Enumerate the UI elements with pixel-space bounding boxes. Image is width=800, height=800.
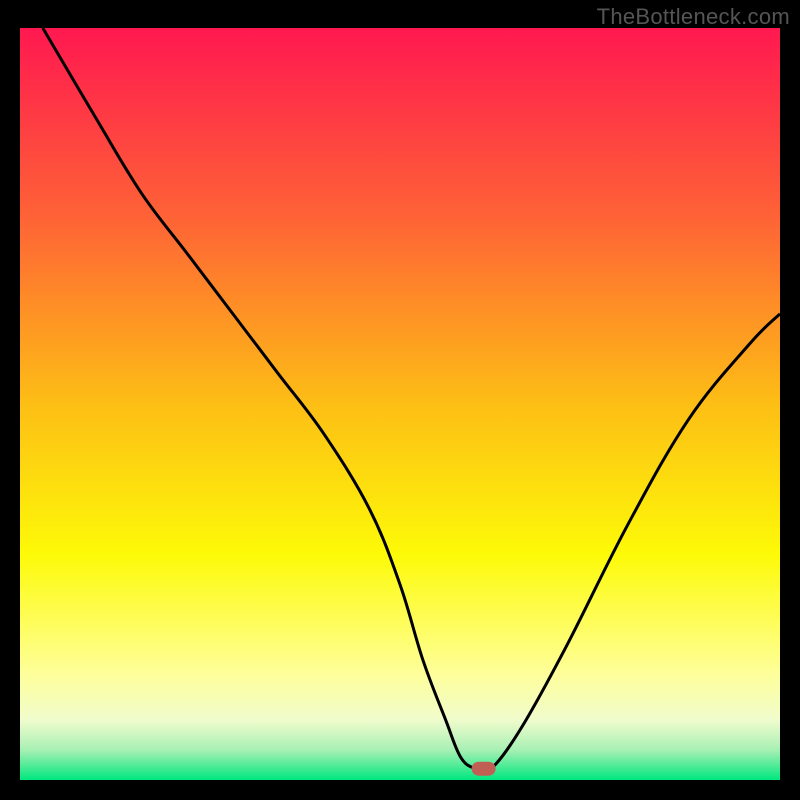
chart-svg	[20, 28, 780, 780]
optimum-marker	[472, 762, 496, 776]
chart-background	[20, 28, 780, 780]
watermark-text: TheBottleneck.com	[597, 4, 790, 30]
chart-plot-area	[20, 28, 780, 780]
